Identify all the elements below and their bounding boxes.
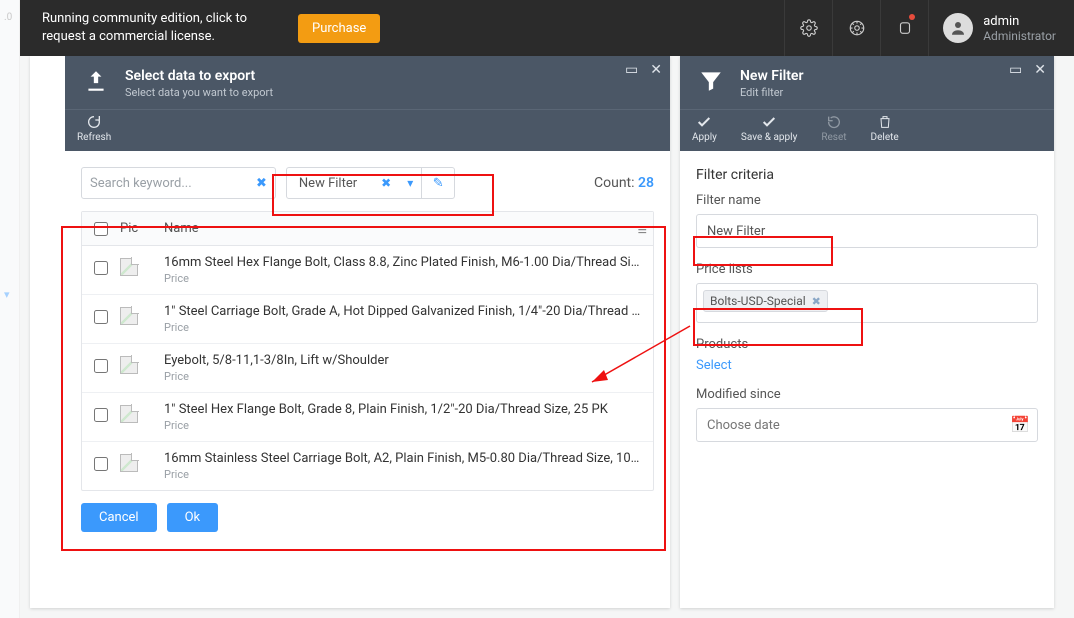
- search-input[interactable]: [90, 176, 256, 191]
- reset-button: Reset: [809, 114, 858, 143]
- row-sub: Price: [164, 321, 643, 334]
- purchase-button[interactable]: Purchase: [298, 14, 380, 43]
- refresh-button[interactable]: Refresh: [65, 114, 123, 143]
- broken-image-icon: [120, 356, 138, 374]
- close-panel-icon[interactable]: ✕: [650, 62, 662, 78]
- avatar-icon: [943, 13, 973, 43]
- column-pic: Pic: [120, 221, 164, 236]
- calendar-icon[interactable]: 📅: [1010, 415, 1030, 434]
- select-all-checkbox[interactable]: [94, 222, 108, 236]
- modified-since-input[interactable]: [696, 408, 1038, 442]
- table-row[interactable]: 1" Steel Carriage Bolt, Grade A, Hot Dip…: [82, 295, 653, 344]
- export-panel-header: Select data to export Select data you wa…: [65, 56, 670, 109]
- column-name: Name: [164, 221, 653, 236]
- clear-search-icon[interactable]: ✖: [256, 176, 267, 191]
- remove-tag-icon[interactable]: ✖: [812, 295, 821, 308]
- row-checkbox[interactable]: [94, 261, 108, 275]
- notifications-icon[interactable]: [880, 0, 928, 56]
- upload-icon: [81, 68, 111, 94]
- table-row[interactable]: 16mm Steel Hex Flange Bolt, Class 8.8, Z…: [82, 246, 653, 295]
- filter-selector[interactable]: New Filter ✖ ▾ ✎: [286, 167, 455, 199]
- result-count: Count: 28: [594, 175, 654, 191]
- table-menu-icon[interactable]: ≡: [638, 220, 647, 240]
- table-row[interactable]: Eyebolt, 5/8-11,1-3/8In, Lift w/Shoulder…: [82, 344, 653, 393]
- notification-dot-icon: [909, 14, 915, 20]
- cancel-button[interactable]: Cancel: [81, 503, 157, 532]
- filter-toolbar: Apply Save & apply Reset Delete: [680, 109, 1054, 151]
- save-apply-button[interactable]: Save & apply: [729, 114, 809, 143]
- table-row[interactable]: 1" Steel Hex Flange Bolt, Grade 8, Plain…: [82, 393, 653, 442]
- pricelists-label: Price lists: [696, 262, 1038, 277]
- filter-title: New Filter: [740, 68, 804, 84]
- filter-name-input[interactable]: [696, 214, 1038, 248]
- apply-button[interactable]: Apply: [680, 114, 729, 143]
- criteria-heading: Filter criteria: [696, 167, 1038, 183]
- settings-icon[interactable]: [784, 0, 832, 56]
- user-menu[interactable]: admin Administrator: [928, 0, 1056, 56]
- export-toolbar: Refresh: [65, 109, 670, 151]
- license-banner-text[interactable]: Running community edition, click to requ…: [42, 10, 282, 45]
- pricelists-input[interactable]: Bolts-USD-Special ✖: [696, 283, 1038, 323]
- minimize-icon[interactable]: ▭: [625, 62, 638, 78]
- clear-filter-icon[interactable]: ✖: [373, 176, 399, 190]
- row-name: 16mm Steel Hex Flange Bolt, Class 8.8, Z…: [164, 255, 643, 270]
- filter-panel: New Filter Edit filter ▭ ✕ Apply Save & …: [680, 56, 1054, 608]
- row-name: 1" Steel Hex Flange Bolt, Grade 8, Plain…: [164, 402, 643, 417]
- filter-subtitle: Edit filter: [740, 86, 804, 99]
- edit-filter-icon[interactable]: ✎: [422, 167, 454, 199]
- user-name: admin: [983, 14, 1056, 29]
- row-sub: Price: [164, 468, 643, 481]
- row-checkbox[interactable]: [94, 408, 108, 422]
- broken-image-icon: [120, 405, 138, 423]
- products-label: Products: [696, 337, 1038, 352]
- pricelist-tag: Bolts-USD-Special ✖: [703, 290, 828, 312]
- export-panel: Select data to export Select data you wa…: [30, 56, 670, 608]
- export-subtitle: Select data you want to export: [125, 86, 273, 99]
- top-banner: Running community edition, click to requ…: [20, 0, 1074, 56]
- row-sub: Price: [164, 370, 643, 383]
- ok-button[interactable]: Ok: [167, 503, 219, 532]
- row-name: Eyebolt, 5/8-11,1-3/8In, Lift w/Shoulder: [164, 353, 643, 368]
- active-filter-name: New Filter: [287, 176, 373, 191]
- user-role: Administrator: [983, 29, 1056, 43]
- table-row[interactable]: 16mm Stainless Steel Carriage Bolt, A2, …: [82, 442, 653, 490]
- filter-name-label: Filter name: [696, 193, 1038, 208]
- filter-dropdown-icon[interactable]: ▾: [399, 176, 421, 190]
- close-filter-icon[interactable]: ✕: [1034, 62, 1046, 78]
- minimize-filter-icon[interactable]: ▭: [1009, 62, 1022, 78]
- products-select-link[interactable]: Select: [696, 358, 1038, 373]
- broken-image-icon: [120, 258, 138, 276]
- funnel-icon: [696, 68, 726, 94]
- modified-since-label: Modified since: [696, 387, 1038, 402]
- row-name: 16mm Stainless Steel Carriage Bolt, A2, …: [164, 451, 643, 466]
- export-title: Select data to export: [125, 68, 273, 84]
- broken-image-icon: [120, 307, 138, 325]
- row-checkbox[interactable]: [94, 457, 108, 471]
- row-checkbox[interactable]: [94, 359, 108, 373]
- search-input-wrapper: ✖: [81, 167, 276, 199]
- help-icon[interactable]: [832, 0, 880, 56]
- row-sub: Price: [164, 272, 643, 285]
- product-table: Pic Name ≡ 16mm Steel Hex Flange Bolt, C…: [81, 211, 654, 491]
- row-checkbox[interactable]: [94, 310, 108, 324]
- filter-panel-header: New Filter Edit filter ▭ ✕: [680, 56, 1054, 109]
- delete-button[interactable]: Delete: [859, 114, 911, 143]
- row-name: 1" Steel Carriage Bolt, Grade A, Hot Dip…: [164, 304, 643, 319]
- broken-image-icon: [120, 454, 138, 472]
- row-sub: Price: [164, 419, 643, 432]
